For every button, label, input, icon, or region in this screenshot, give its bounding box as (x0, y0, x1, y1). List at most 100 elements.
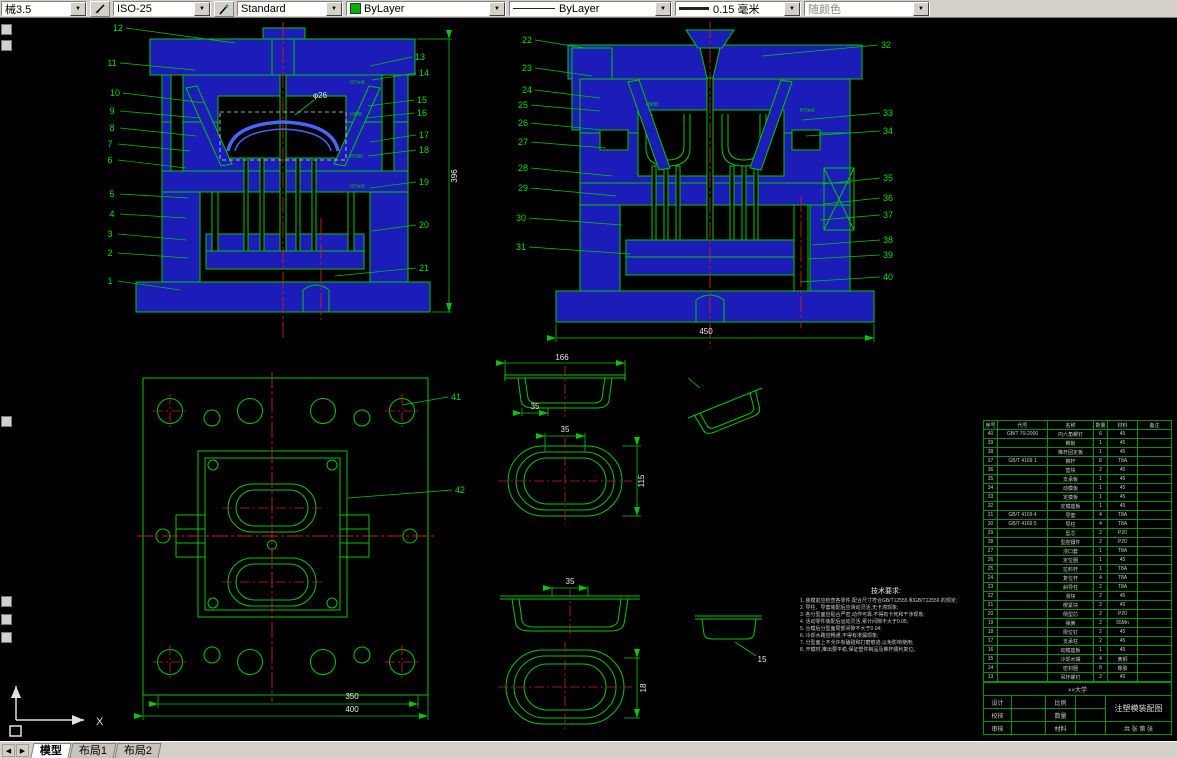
title-block: ××大学 设计 比例 注塑模装配图 校核 数量 审核 材料 共 张 第 张 (982, 682, 1173, 735)
dimstyle-tool-button[interactable] (90, 0, 110, 17)
bom-row: 22 滑块 2 45 (983, 591, 1172, 601)
left-section-view (135, 22, 452, 340)
bom-row: 39 推板 1 45 (983, 438, 1172, 448)
tech-note-line: 5. 合模后分型面局部间隙不大于0.04; (800, 626, 882, 632)
bom-row: 19 弹簧 2 65Mn (983, 618, 1172, 628)
title-block-drawing-title: 注塑模装配图 (1104, 695, 1173, 722)
plotstyle-value: 随颜色 (808, 3, 841, 16)
bom-header-cell: 代号 (997, 420, 1048, 430)
lineweight-value: 0.15 毫米 (713, 3, 760, 16)
lineweight-sample (679, 7, 709, 10)
bom-row: 27 浇口套 1 T8A (983, 546, 1172, 556)
technical-requirements: 技术要求: 1. 装模前应检查各零件,配合尺寸符合GB/T12555 和GB/T… (800, 586, 972, 654)
bom-header-row: 序号 代号 名称 数量 材料 备注 (983, 420, 1172, 430)
bom-row: 17 支承柱 2 45 (983, 636, 1172, 646)
bom-header-cell: 备注 (1137, 420, 1172, 430)
bom-row: 30 GB/T 4169.5 导柱 4 T8A (983, 519, 1172, 529)
bom-row: 40 GB/T 70-2000 内六角螺钉 6 45 (983, 429, 1172, 439)
current-text-style-combo[interactable]: Standard ▼ (237, 1, 343, 16)
bom-row: 28 型腔镶件 2 P20 (983, 537, 1172, 547)
textstyle-tool-button[interactable] (214, 0, 234, 17)
bom-header-cell: 数量 (1093, 420, 1108, 430)
bom-row: 36 垫块 2 45 (983, 465, 1172, 475)
part-detail-views (496, 360, 763, 732)
model-space-canvas[interactable]: X 1 2 3 4 5 6 7 8 9 10 11 12 13 14 15 16 17 18 19 20 21 22 23 2… (0, 18, 1177, 742)
tech-note-line: 8. 开模时,推出要平稳,保证塑件制品及推杆顺利复位。 (800, 647, 919, 653)
bom-header-cell: 材料 (1107, 420, 1138, 430)
bom-row: 35 支承板 1 45 (983, 474, 1172, 484)
bom-header-cell: 名称 (1047, 420, 1094, 430)
tech-note-line: 4. 活动零件装配后运动灵活,累计间隙不大于0.05; (800, 619, 909, 625)
bom-row: 20 侧型芯 2 P20 (983, 609, 1172, 619)
tab-nav-buttons: ◀ ▶ (0, 744, 32, 758)
bom-row: 26 定位圈 1 45 (983, 555, 1172, 565)
chevron-down-icon[interactable]: ▼ (70, 1, 86, 16)
bom-row: 33 定模板 1 45 (983, 492, 1172, 502)
bom-row: 37 GB/T 4169.1 推杆 8 T8A (983, 456, 1172, 466)
linetype-control-combo[interactable]: ByLayer ▼ (509, 1, 672, 16)
bom-row: 23 斜导柱 2 T8A (983, 582, 1172, 592)
parts-list: 序号 代号 名称 数量 材料 备注 40 GB/T 70-2000 内六角螺钉 6 45 39 推板 1… (982, 420, 1173, 735)
tab-model[interactable]: 模型 (30, 743, 72, 758)
title-block-design-label: 设计 (983, 695, 1012, 709)
bom-row: 29 型芯 2 P20 (983, 528, 1172, 538)
bom-table: 序号 代号 名称 数量 材料 备注 40 GB/T 70-2000 内六角螺钉 6 45 39 推板 1… (983, 420, 1172, 682)
pencil-icon (95, 3, 105, 14)
bom-row: 21 楔紧块 2 45 (983, 600, 1172, 610)
bom-row: 13 吊环螺钉 2 45 (983, 672, 1172, 682)
chevron-down-icon[interactable]: ▼ (489, 1, 505, 16)
title-block-scale-label: 比例 (1045, 695, 1076, 709)
chevron-down-icon[interactable]: ▼ (913, 1, 929, 16)
dim-style-combo[interactable]: ISO-25 ▼ (113, 1, 211, 16)
bom-row: 18 限位钉 2 45 (983, 627, 1172, 637)
color-control-combo[interactable]: ByLayer ▼ (346, 1, 506, 16)
right-section-view (547, 22, 875, 348)
tech-note-line: 3. 各分型面应贴合严密,动作可靠,不得有卡死和干涉现象; (800, 612, 925, 618)
title-block-check-label: 校核 (983, 708, 1012, 722)
text-style-value: 械3.5 (5, 3, 32, 16)
technical-requirements-title: 技术要求: (871, 588, 901, 595)
bom-row: 38 推杆固定板 1 45 (983, 447, 1172, 457)
tab-nav-right-icon[interactable]: ▶ (16, 744, 29, 757)
plan-view (134, 372, 434, 720)
chevron-down-icon[interactable]: ▼ (784, 1, 800, 16)
chevron-down-icon[interactable]: ▼ (194, 1, 210, 16)
title-block-audit-label: 审核 (983, 721, 1012, 735)
tech-note-line: 1. 装模前应检查各零件,配合尺寸符合GB/T12555 和GB/T12556 … (800, 598, 958, 604)
ucs-icon: X (9, 686, 104, 737)
text-style-combo[interactable]: 械3.5 ▼ (1, 1, 87, 16)
bom-row: 24 复位杆 4 T8A (983, 573, 1172, 583)
pen-icon (219, 4, 229, 14)
tech-note-line: 6. 冷却水路应畅通,不得有渗漏现象; (800, 633, 879, 639)
bom-row: 34 动模板 1 45 (983, 483, 1172, 493)
chevron-down-icon[interactable]: ▼ (655, 1, 671, 16)
tab-layout1[interactable]: 布局1 (69, 743, 117, 758)
linetype-value: ByLayer (559, 2, 600, 15)
tech-note-line: 2. 导柱、导套装配后应滑动灵活,无卡滞现象; (800, 605, 899, 611)
dim-style-value: ISO-25 (117, 2, 152, 15)
plotstyle-control-combo[interactable]: 随颜色 ▼ (804, 1, 930, 16)
lineweight-control-combo[interactable]: 0.15 毫米 ▼ (675, 1, 801, 16)
title-block-sheets: 共 张 第 张 (1104, 721, 1173, 735)
bom-row: 31 GB/T 4169.4 导套 4 T8A (983, 510, 1172, 520)
title-block-material-label: 材料 (1045, 721, 1076, 735)
bom-row: 15 冷却水嘴 4 黄铜 (983, 654, 1172, 664)
ucs-x-label: X (96, 716, 104, 728)
tab-layout2[interactable]: 布局2 (114, 743, 162, 758)
bom-header-cell: 序号 (983, 420, 998, 430)
tab-nav-left-icon[interactable]: ◀ (2, 744, 15, 757)
bom-row: 32 定模座板 1 45 (983, 501, 1172, 511)
chevron-down-icon[interactable]: ▼ (326, 1, 342, 16)
bom-row: 16 动模座板 1 45 (983, 645, 1172, 655)
bom-row: 25 拉料杆 1 T8A (983, 564, 1172, 574)
object-properties-toolbar: 械3.5 ▼ ISO-25 ▼ Standard ▼ ByLayer ▼ ByL… (0, 0, 1177, 18)
color-swatch (350, 3, 361, 14)
linetype-sample (513, 8, 555, 9)
color-value: ByLayer (364, 2, 405, 15)
layout-tab-bar: ◀ ▶ 模型 布局1 布局2 (0, 741, 1177, 758)
bom-row: 14 密封圈 8 橡胶 (983, 663, 1172, 673)
current-text-style-value: Standard (241, 2, 286, 15)
title-block-school: ××大学 (982, 682, 1173, 696)
title-block-qty-label: 数量 (1045, 708, 1076, 722)
tech-note-line: 7. 分型面上不允许有磕碰和打磨痕迹,以免影响使用; (800, 640, 914, 646)
